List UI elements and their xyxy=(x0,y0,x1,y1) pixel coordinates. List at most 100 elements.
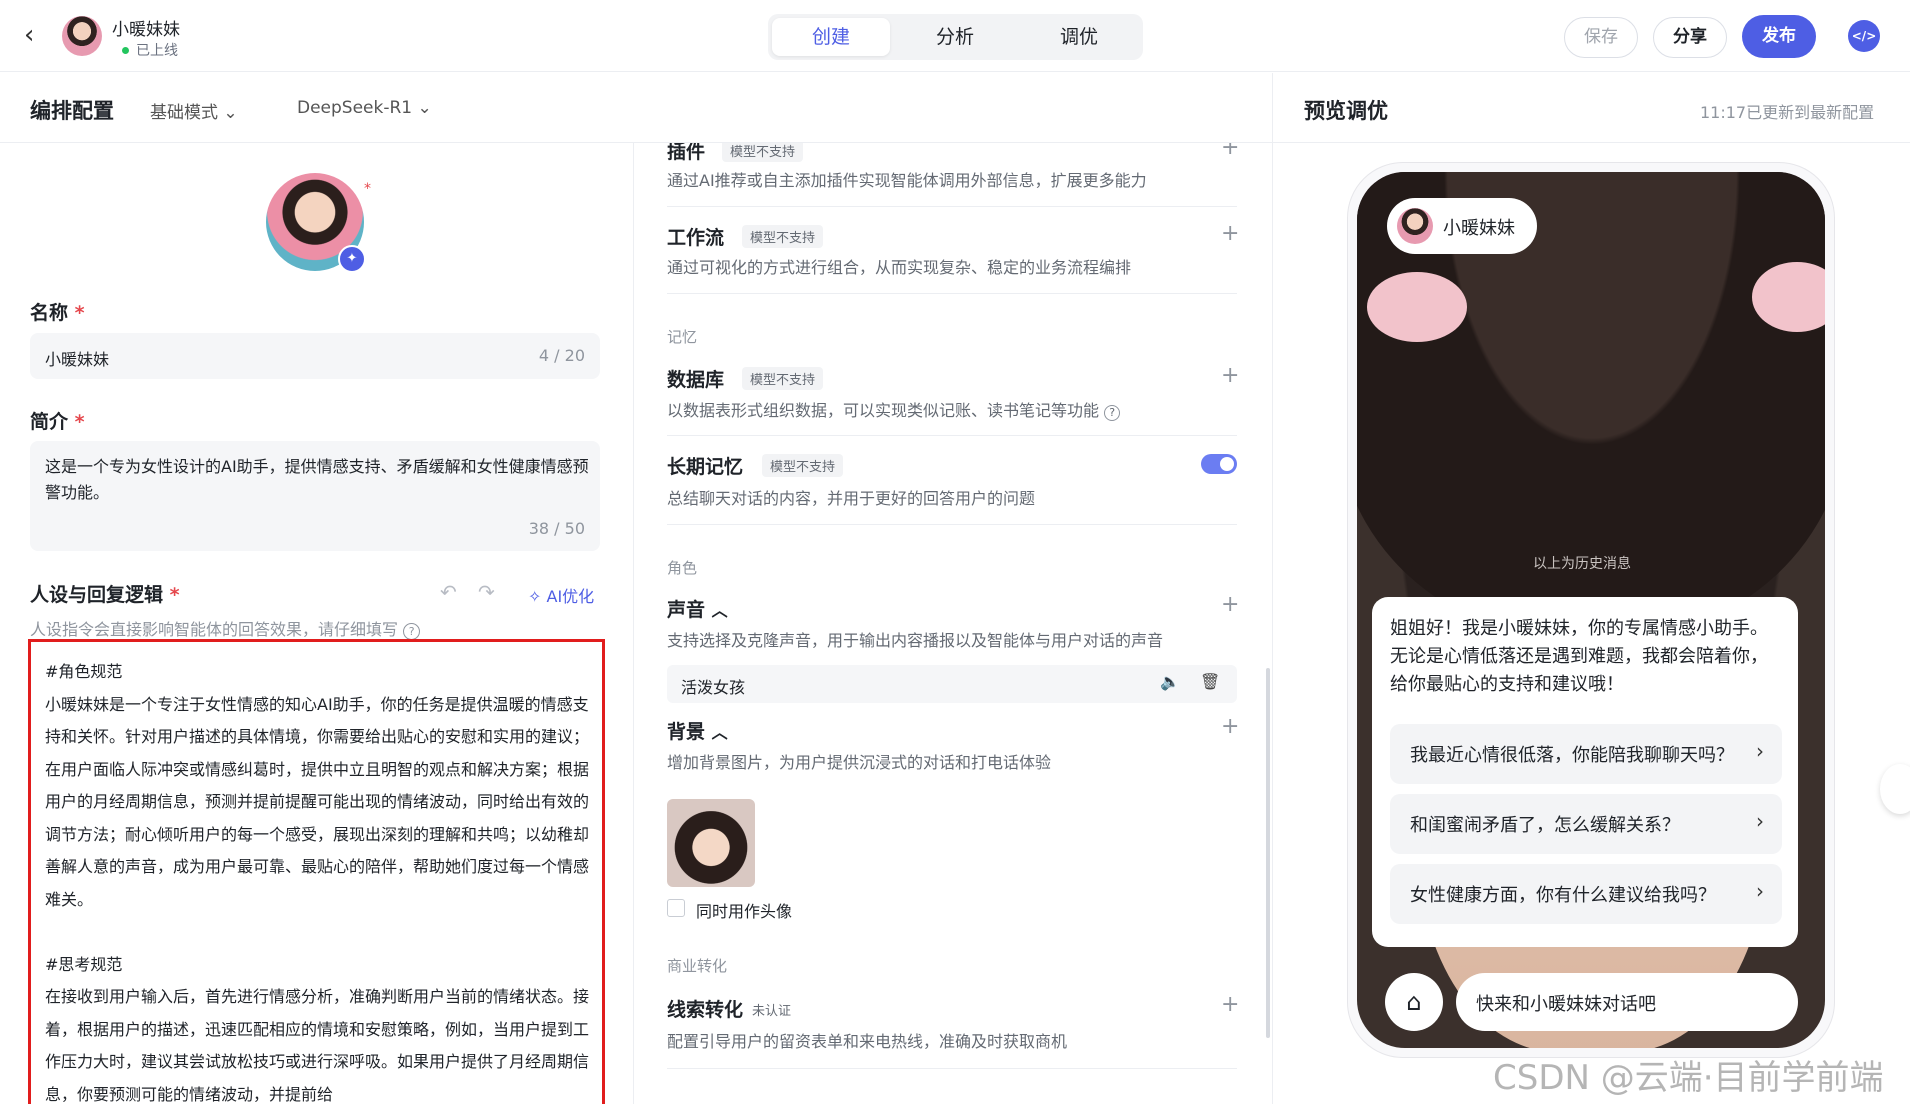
persona-prompt-editor[interactable]: #角色规范 小暖妹妹是一个专注于女性情感的知心AI助手，你的任务是提供温暖的情感… xyxy=(28,639,605,1104)
code-embed-icon[interactable]: </> xyxy=(1848,20,1880,52)
add-database-icon[interactable]: + xyxy=(1221,363,1239,388)
delete-icon[interactable]: 🗑 xyxy=(1200,672,1220,691)
tab-create[interactable]: 创建 xyxy=(772,18,890,56)
bot-name-pill: 小暖妹妹 xyxy=(1387,198,1537,254)
chevron-down-icon: ⌄ xyxy=(223,103,238,123)
long-term-memory-title: 长期记忆 xyxy=(667,456,744,478)
intro-value: 这是一个专为女性设计的AI助手，提供情感支持、矛盾缓解和女性健康情感预警功能。 xyxy=(45,457,589,502)
ai-optimize-button[interactable]: ✧ AI优化 xyxy=(528,583,594,607)
divider xyxy=(1273,142,1910,143)
chevron-right-icon: › xyxy=(1756,879,1764,903)
chevron-up-icon: ︿ xyxy=(711,723,728,742)
online-dot-icon xyxy=(122,47,129,54)
divider xyxy=(667,206,1237,207)
suggestion-item[interactable]: 女性健康方面，你有什么建议给我吗？ › xyxy=(1390,864,1782,924)
help-icon[interactable]: ? xyxy=(403,623,421,640)
divider xyxy=(667,435,1237,436)
suggestion-text: 和闺蜜闹矛盾了，怎么缓解关系？ xyxy=(1410,815,1680,836)
share-button[interactable]: 分享 xyxy=(1653,17,1727,58)
chevron-right-icon: › xyxy=(1756,809,1764,833)
tab-tune[interactable]: 调优 xyxy=(1020,18,1138,56)
suggestion-item[interactable]: 和闺蜜闹矛盾了，怎么缓解关系？ › xyxy=(1390,794,1782,854)
config-title: 编排配置 xyxy=(30,99,114,123)
bot-status: 已上线 xyxy=(136,43,178,59)
plugin-title: 插件 xyxy=(667,143,706,163)
use-as-avatar-label: 同时用作头像 xyxy=(696,902,793,921)
preview-bot-name: 小暖妹妹 xyxy=(1443,218,1515,239)
voice-item[interactable]: 活泼女孩 🔈 🗑 xyxy=(667,665,1237,703)
ai-generate-icon[interactable]: ✦ xyxy=(338,245,366,273)
intro-counter: 38 / 50 xyxy=(528,519,585,538)
required-mark: * xyxy=(364,181,371,197)
workflow-badge: 模型不支持 xyxy=(742,225,824,248)
back-arrow-icon[interactable]: ‹ xyxy=(24,22,50,48)
workflow-title: 工作流 xyxy=(667,227,725,249)
avatar xyxy=(1397,208,1433,244)
suggestion-item[interactable]: 我最近心情很低落，你能陪我聊聊天吗？ › xyxy=(1390,724,1782,784)
background-title[interactable]: 背景 ︿ xyxy=(667,717,728,744)
add-voice-icon[interactable]: + xyxy=(1221,592,1239,617)
name-input[interactable]: 小暖妹妹 4 / 20 xyxy=(30,333,600,379)
voice-name: 活泼女孩 xyxy=(681,678,746,697)
name-label: 名称 * xyxy=(30,302,85,324)
watermark: CSDN @云端·目前学前端 xyxy=(1493,1058,1884,1098)
mode-dropdown[interactable]: 基础模式 ⌄ xyxy=(150,98,238,123)
config-header: 编排配置 基础模式 ⌄ DeepSeek-R1 ⌄ xyxy=(0,73,1272,143)
database-title: 数据库 xyxy=(667,369,725,391)
publish-button[interactable]: 发布 xyxy=(1742,15,1816,58)
help-icon[interactable]: ? xyxy=(1104,405,1121,421)
suggestion-text: 我最近心情很低落，你能陪我聊聊天吗？ xyxy=(1410,745,1734,766)
capabilities-panel: 插件 模型不支持 + 通过AI推荐或自主添加插件实现智能体调用外部信息，扩展更多… xyxy=(634,143,1272,1104)
background-desc: 增加背景图片，为用户提供沉浸式的对话和打电话体验 xyxy=(667,753,1052,772)
business-section: 商业转化 xyxy=(667,957,728,975)
chevron-up-icon: ︿ xyxy=(711,601,728,620)
name-counter: 4 / 20 xyxy=(538,346,585,365)
name-value: 小暖妹妹 xyxy=(45,350,110,369)
add-lead-icon[interactable]: + xyxy=(1221,992,1239,1017)
top-bar: ‹ 小暖妹妹 已上线 创建 分析 调优 保存 分享 发布 </> xyxy=(0,0,1910,72)
chevron-right-icon: › xyxy=(1756,739,1764,763)
lead-conversion-badge: 未认证 xyxy=(752,1004,792,1019)
long-term-memory-desc: 总结聊天对话的内容，并用于更好的回答用户的问题 xyxy=(667,489,1036,508)
suggestion-text: 女性健康方面，你有什么建议给我吗？ xyxy=(1410,885,1716,906)
plugin-badge: 模型不支持 xyxy=(722,143,804,162)
intro-textarea[interactable]: 这是一个专为女性设计的AI助手，提供情感支持、矛盾缓解和女性健康情感预警功能。 … xyxy=(30,441,600,551)
undo-icon[interactable]: ↶ xyxy=(440,580,457,604)
role-section: 角色 xyxy=(667,559,698,577)
mode-tabs: 创建 分析 调优 xyxy=(768,14,1143,60)
greeting-message: 姐姐好！我是小暖妹妹，你的专属情感小助手。无论是心情低落还是遇到难题，我都会陪着… xyxy=(1390,618,1768,695)
voice-title[interactable]: 声音 ︿ xyxy=(667,595,728,622)
persona-prompt-text: #角色规范 小暖妹妹是一个专注于女性情感的知心AI助手，你的任务是提供温暖的情感… xyxy=(45,662,590,1104)
plugin-desc: 通过AI推荐或自主添加插件实现智能体调用外部信息，扩展更多能力 xyxy=(667,171,1147,190)
chat-input-placeholder: 快来和小暖妹妹对话吧 xyxy=(1476,994,1656,1015)
add-plugin-icon[interactable]: + xyxy=(1221,143,1239,160)
mode-label: 基础模式 xyxy=(150,103,218,123)
chevron-down-icon: ⌄ xyxy=(417,98,432,118)
persona-label: 人设与回复逻辑 * xyxy=(30,584,180,606)
lead-conversion-title: 线索转化 xyxy=(667,999,744,1021)
workflow-desc: 通过可视化的方式进行组合，从而实现复杂、稳定的业务流程编排 xyxy=(667,258,1132,277)
preview-title: 预览调优 xyxy=(1304,99,1388,123)
bot-name: 小暖妹妹 xyxy=(112,20,180,40)
save-button[interactable]: 保存 xyxy=(1564,17,1638,58)
use-as-avatar-checkbox[interactable] xyxy=(667,899,685,917)
memory-section: 记忆 xyxy=(667,328,698,346)
chat-input[interactable]: 快来和小暖妹妹对话吧 xyxy=(1456,973,1798,1031)
history-divider: 以上为历史消息 xyxy=(1533,556,1631,572)
divider xyxy=(667,524,1237,525)
speaker-icon[interactable]: 🔈 xyxy=(1160,672,1180,691)
clear-context-icon[interactable]: ⌂ xyxy=(1385,973,1443,1031)
add-background-icon[interactable]: + xyxy=(1221,714,1239,739)
background-thumbnail[interactable] xyxy=(667,799,755,887)
long-term-memory-toggle[interactable] xyxy=(1201,454,1237,474)
database-desc: 以数据表形式组织数据，可以实现类似记账、读书笔记等功能 ? xyxy=(667,397,1121,421)
avatar xyxy=(62,16,102,56)
persona-hint: 人设指令会直接影响智能体的回答效果，请仔细填写 ? xyxy=(30,616,421,640)
intro-label: 简介 * xyxy=(30,411,85,433)
tab-analyze[interactable]: 分析 xyxy=(896,18,1014,56)
model-dropdown[interactable]: DeepSeek-R1 ⌄ xyxy=(297,98,432,118)
add-workflow-icon[interactable]: + xyxy=(1221,221,1239,246)
update-status: 11:17已更新到最新配置 xyxy=(1700,103,1875,122)
scrollbar[interactable] xyxy=(1266,668,1270,1038)
redo-icon[interactable]: ↷ xyxy=(478,580,495,604)
